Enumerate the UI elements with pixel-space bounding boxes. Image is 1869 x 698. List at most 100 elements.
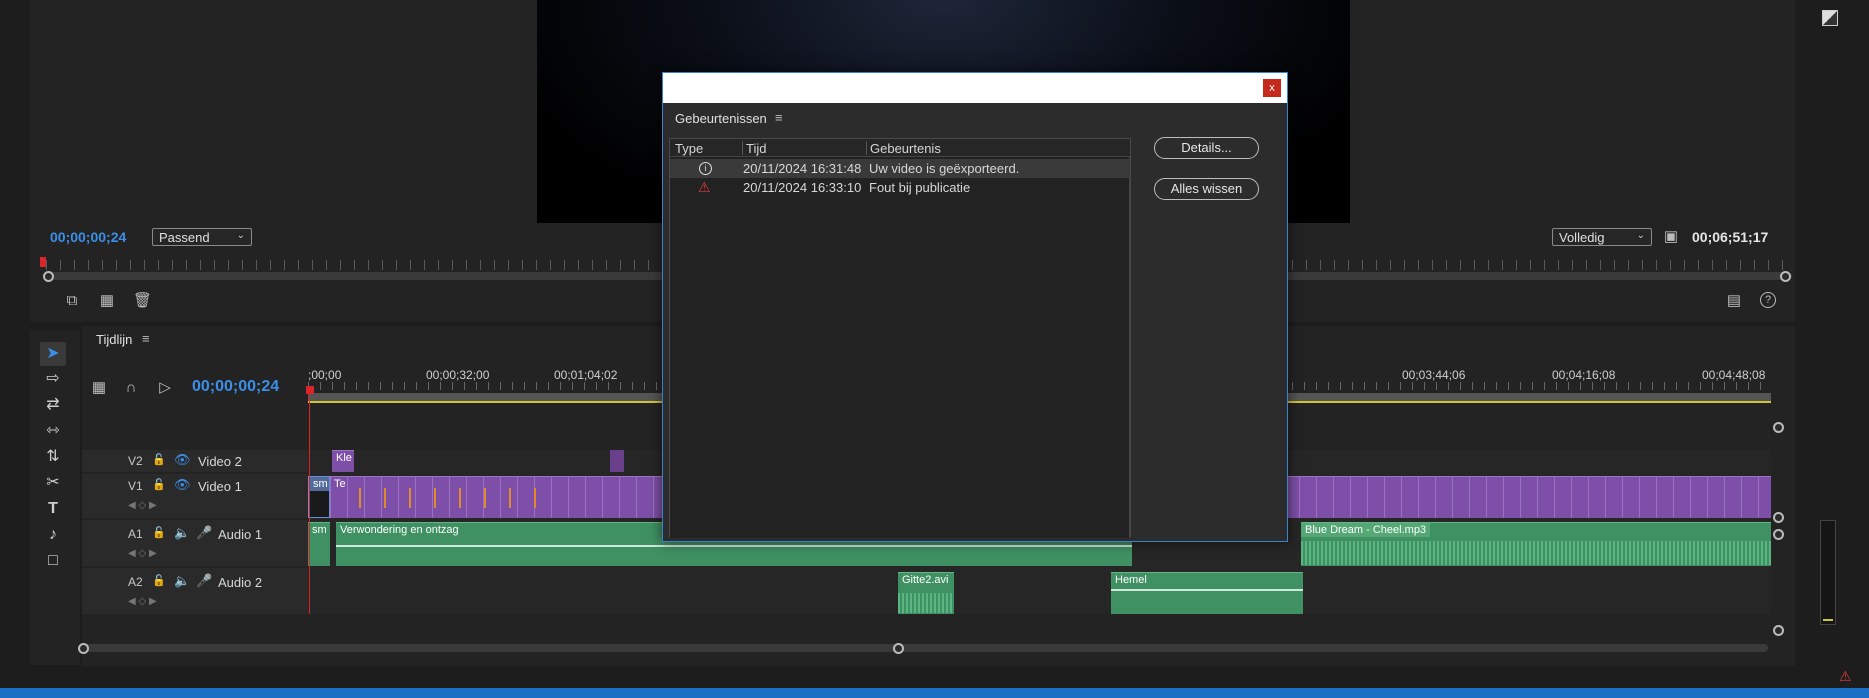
scrub-start-handle[interactable] [43,271,54,282]
contrast-icon[interactable] [1822,10,1838,26]
scroll-right-handle[interactable] [893,643,904,654]
audio-clip[interactable]: Gitte2.avi [898,572,954,614]
audio-waveform [1301,541,1771,565]
dialog-title: Gebeurtenissen [675,111,767,126]
close-button[interactable]: x [1263,79,1281,97]
safe-margins-icon[interactable]: ▣ [1662,228,1680,246]
premiere-window: 00;00;00;24 Passend ⌄ Volledig ⌄ ▣ 00;06… [0,0,1869,698]
vertical-scroll-handle[interactable] [1773,625,1784,636]
track-select-tool-icon[interactable]: ⇨ [40,367,66,391]
trash-icon[interactable]: 🗑 [133,292,152,310]
ruler-label: 00;00;32;00 [426,368,490,382]
video-clip[interactable]: Kle [332,450,354,472]
track-name: Audio 1 [218,527,263,542]
dialog-titlebar[interactable]: x [663,73,1287,103]
clear-all-button[interactable]: Alles wissen [1154,178,1259,200]
event-row[interactable]: i 20/11/2024 16:31:48 Uw video is geëxpo… [670,159,1130,178]
details-button[interactable]: Details... [1154,137,1259,159]
events-dialog: x Gebeurtenissen ≡ Type Tijd Gebeurtenis… [662,72,1288,542]
eye-icon[interactable]: 👁 [174,477,191,493]
rate-stretch-tool-icon[interactable]: ⇅ [40,445,66,469]
events-list[interactable]: Type Tijd Gebeurtenis i 20/11/2024 16:31… [669,138,1131,538]
pen-tool-icon[interactable]: ♪ [40,523,66,547]
export-frame-icon[interactable]: ⧉ [63,292,81,310]
events-body [670,157,1130,538]
ruler-label: 00;04;48;08 [1702,368,1766,382]
timeline-playhead-line [309,392,310,614]
column-time[interactable]: Tijd [746,141,766,156]
warning-icon: ⚠ [698,179,711,195]
snap-magnet-icon[interactable]: ∩ [122,379,140,397]
keyframe-nav-icon[interactable]: ◀ ◇ ▶ [128,548,157,559]
clip-name: Blue Dream - Cheel.mp3 [1301,523,1431,537]
lock-icon[interactable]: 🔓 [152,526,166,539]
zoom-value: Passend [159,230,210,245]
timeline-timecode[interactable]: 00;00;00;24 [192,378,279,396]
monitor-timecode[interactable]: 00;00;00;24 [50,229,126,245]
timeline-title[interactable]: Tijdlijn [96,332,132,347]
os-taskbar [0,688,1869,698]
lock-icon[interactable]: 🔓 [152,453,166,466]
razor-tool-icon[interactable]: ✂ [40,471,66,495]
audio-waveform [898,593,954,613]
audio-clip[interactable]: Blue Dream - Cheel.mp3 [1301,522,1771,566]
panel-menu-icon[interactable]: ≡ [775,110,783,125]
event-time: 20/11/2024 16:31:48 [743,161,862,176]
ripple-edit-tool-icon[interactable]: ⇄ [40,393,66,417]
keyframe-nav-icon[interactable]: ◀ ◇ ▶ [128,500,157,511]
timeline-playhead-handle[interactable] [306,386,314,394]
audio-meter [1820,520,1836,625]
ruler-label: ;00;00 [308,368,342,382]
warning-icon[interactable]: ⚠ [1839,668,1852,685]
column-type[interactable]: Type [675,141,703,156]
speaker-icon[interactable]: 🔈 [174,573,190,589]
panel-menu-icon[interactable]: ≡ [142,331,150,346]
vertical-scroll-handle[interactable] [1773,512,1784,523]
type-tool-icon[interactable]: T [40,497,66,521]
lock-icon[interactable]: 🔓 [152,478,166,491]
column-divider [866,141,867,155]
clip-name: sm [309,477,329,491]
nested-sequence-icon[interactable]: ▦ [90,379,108,397]
vertical-scroll-handle[interactable] [1773,422,1784,433]
zoom-dropdown[interactable]: Passend ⌄ [152,228,252,246]
ruler-label: 00;03;44;06 [1402,368,1466,382]
volume-line[interactable] [1111,589,1303,591]
help-icon[interactable]: ? [1760,292,1776,308]
clip-name: Kle [336,452,352,464]
scrub-end-handle[interactable] [1780,271,1791,282]
track-header-a1: A1 🔓 🔈 🎤 Audio 1 ◀ ◇ ▶ [82,520,308,566]
eye-icon[interactable]: 👁 [174,452,191,468]
video-clip[interactable]: sm [308,476,330,518]
chevron-down-icon: ⌄ [1636,230,1645,241]
track-id: A1 [128,527,143,541]
rolling-edit-tool-icon[interactable]: ⇿ [40,419,66,443]
timeline-horizontal-scrollbar[interactable] [78,644,1768,652]
speaker-icon[interactable]: 🔈 [174,525,190,541]
microphone-icon[interactable]: 🎤 [196,573,212,589]
lock-icon[interactable]: 🔓 [152,574,166,587]
track-header-a2: A2 🔓 🔈 🎤 Audio 2 ◀ ◇ ▶ [82,568,308,614]
scroll-left-handle[interactable] [78,643,89,654]
film-icon[interactable]: ▦ [98,292,116,310]
vertical-scroll-handle[interactable] [1773,529,1784,540]
event-time: 20/11/2024 16:33:10 [743,180,862,195]
monitor-settings-icon[interactable]: ▤ [1725,292,1743,310]
microphone-icon[interactable]: 🎤 [196,525,212,541]
quality-dropdown[interactable]: Volledig ⌄ [1552,228,1652,246]
selection-tool-icon[interactable]: ➤ [40,342,66,366]
tools-panel: ➤ ⇨ ⇄ ⇿ ⇅ ✂ T ♪ □ [30,330,80,665]
track-name: Video 1 [198,479,242,494]
track-name: Audio 2 [218,575,263,590]
quality-value: Volledig [1559,230,1605,245]
column-event[interactable]: Gebeurtenis [870,141,941,156]
audio-meter-level [1823,619,1833,621]
event-row[interactable]: ⚠ 20/11/2024 16:33:10 Fout bij publicati… [670,178,1130,197]
linked-selection-icon[interactable]: ▷ [156,379,174,397]
video-clip[interactable] [610,450,624,472]
keyframe-nav-icon[interactable]: ◀ ◇ ▶ [128,596,157,607]
volume-line[interactable] [336,545,1132,547]
audio-clip[interactable]: sm [308,522,330,566]
rectangle-tool-icon[interactable]: □ [40,549,66,573]
audio-clip[interactable]: Hemel [1111,572,1303,614]
